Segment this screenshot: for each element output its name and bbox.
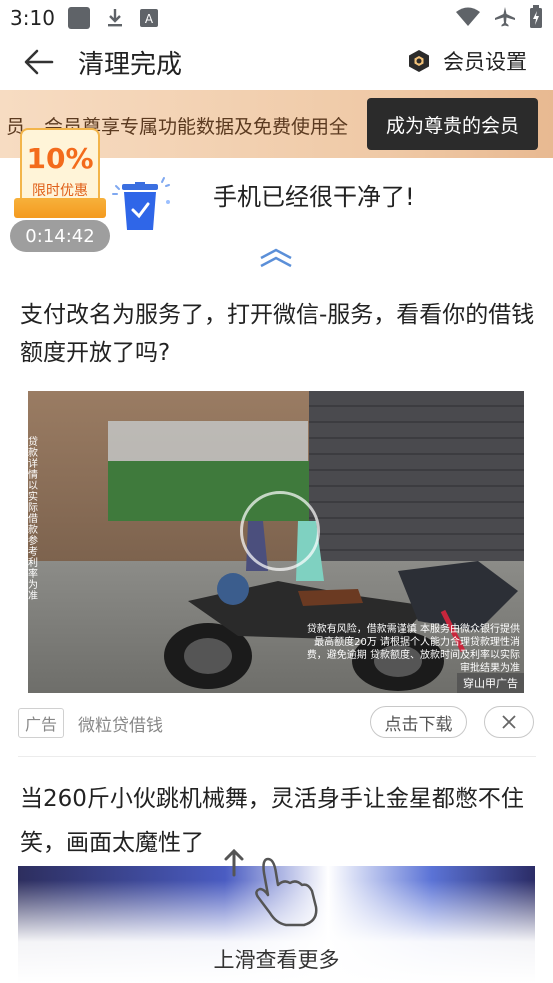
member-hexagon-icon bbox=[409, 50, 429, 72]
swipe-up-hint: 上滑查看更多 bbox=[213, 948, 340, 972]
font-icon: A bbox=[140, 9, 158, 27]
download-icon bbox=[108, 9, 122, 27]
badge-subtitle: 限时优惠 bbox=[32, 183, 88, 199]
svg-text:A: A bbox=[145, 12, 154, 26]
ad-fineprint: 贷款有风险，借款需谨慎 本服务由微众银行提供 最高额度20万 请根据个人能力合理… bbox=[306, 624, 520, 674]
double-chevron-up-icon[interactable] bbox=[258, 247, 294, 269]
ad-advertiser-name: 微粒贷借钱 bbox=[78, 716, 163, 736]
app-header: 清理完成 会员设置 bbox=[0, 36, 553, 88]
member-settings-label: 会员设置 bbox=[443, 50, 527, 74]
clean-result-message: 手机已经很干净了! bbox=[213, 183, 415, 211]
gallery-icon bbox=[68, 7, 90, 29]
page-title: 清理完成 bbox=[78, 50, 183, 80]
status-time: 3:10 bbox=[10, 6, 55, 30]
limited-offer-badge[interactable]: 10% 限时优惠 bbox=[14, 128, 106, 218]
feed-divider bbox=[18, 756, 536, 757]
badge-base bbox=[14, 198, 106, 218]
offer-countdown: 0:14:42 bbox=[10, 220, 110, 252]
badge-percent: 10% bbox=[26, 142, 94, 175]
airplane-icon bbox=[495, 7, 515, 27]
wifi-icon bbox=[456, 7, 480, 26]
close-icon bbox=[502, 715, 516, 729]
ad-meta-row: 广告 微粒贷借钱 点击下载 bbox=[18, 706, 536, 740]
swipe-up-hand-icon bbox=[224, 848, 318, 927]
ad-close-button[interactable] bbox=[484, 706, 534, 738]
play-button-ring[interactable] bbox=[240, 491, 320, 571]
status-bar: 3:10 A bbox=[0, 0, 553, 36]
ad-video-thumbnail[interactable]: 贷款详情以实际借款参考利率为准 贷款有风险，借款需谨慎 本服务由微众银行提供 最… bbox=[28, 391, 524, 693]
ad-tag: 广告 bbox=[18, 708, 65, 738]
battery-icon bbox=[530, 5, 542, 28]
back-arrow-icon[interactable] bbox=[22, 45, 56, 79]
ad-source-label: 穿山甲广告 bbox=[457, 673, 524, 693]
ad-vertical-disclaimer: 贷款详情以实际借款参考利率为准 bbox=[28, 437, 38, 602]
become-member-button[interactable]: 成为尊贵的会员 bbox=[367, 98, 538, 150]
feed-item-title[interactable]: 支付改名为服务了，打开微信-服务，看看你的借钱额度开放了吗? bbox=[20, 296, 535, 372]
ad-download-button[interactable]: 点击下载 bbox=[370, 706, 467, 738]
recycle-bin-icon bbox=[112, 177, 170, 230]
member-settings-button[interactable]: 会员设置 bbox=[407, 46, 527, 76]
